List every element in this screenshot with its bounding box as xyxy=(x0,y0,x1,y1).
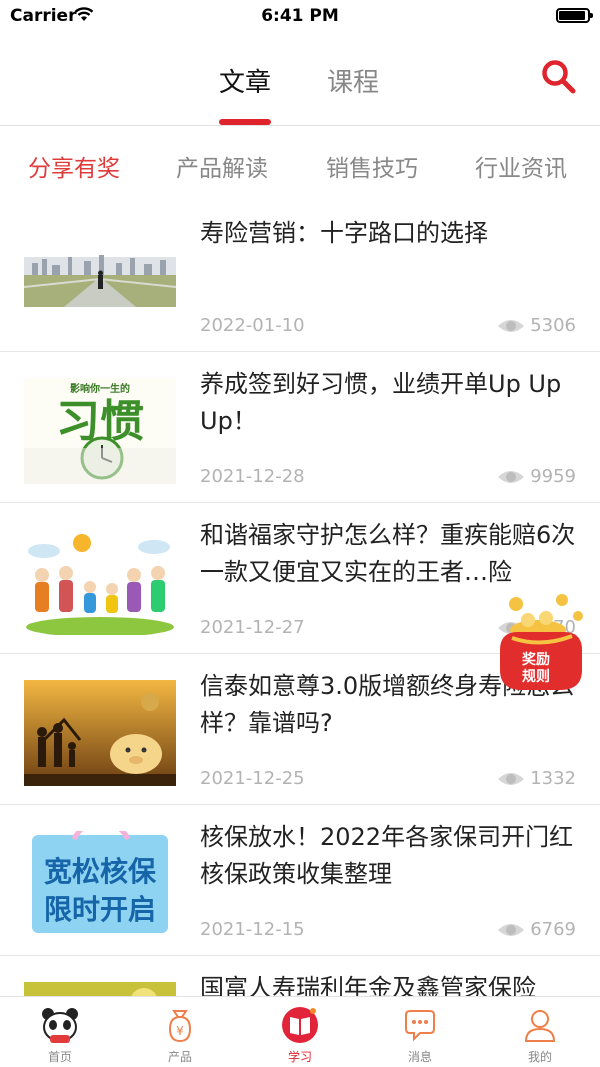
tab-messages[interactable]: 消息 xyxy=(360,997,480,1067)
view-count-text: 1332 xyxy=(530,768,576,789)
article-thumbnail: 宽松核保 限时开启 xyxy=(24,831,176,937)
category-tab-product[interactable]: 产品解读 xyxy=(176,149,268,183)
active-tab-indicator xyxy=(219,119,271,125)
tab-article[interactable]: 文章 xyxy=(219,62,271,99)
reward-label-line-1: 奖励 xyxy=(522,652,550,668)
tab-home[interactable]: 首页 xyxy=(0,997,120,1067)
view-count: 6769 xyxy=(496,919,576,940)
money-bag-icon: ¥ xyxy=(168,1010,192,1043)
tab-profile[interactable]: 我的 xyxy=(480,997,600,1067)
book-icon xyxy=(282,1007,318,1043)
reward-rules-button[interactable]: 奖励 规则 xyxy=(488,590,598,700)
article-title: 养成签到好习惯，业绩开单Up Up Up！ xyxy=(200,370,562,435)
view-count: 9959 xyxy=(496,466,576,487)
article-date: 2022-01-10 xyxy=(200,315,305,336)
tab-label: 产品 xyxy=(167,1050,192,1064)
view-count: 1332 xyxy=(496,768,576,789)
tab-label: 首页 xyxy=(47,1050,72,1064)
article-thumbnail xyxy=(24,680,176,786)
article-item[interactable]: 寿险营销：十字路口的选择 2022-01-10 5306 xyxy=(0,201,600,352)
category-tab-sales[interactable]: 销售技巧 xyxy=(326,149,418,183)
thumb-line-1: 宽松核保 xyxy=(44,855,157,888)
view-count: 5306 xyxy=(496,315,576,336)
thumb-line-2: 限时开启 xyxy=(44,893,156,926)
thumb-caption: 影响你一生的 xyxy=(70,382,130,395)
reward-label: 奖励 规则 xyxy=(510,652,562,686)
status-bar: Carrier 6:41 PM xyxy=(0,0,600,34)
category-tabs: 分享有奖 产品解读 销售技巧 行业资讯 xyxy=(0,127,600,201)
tab-label: 消息 xyxy=(407,1050,432,1064)
article-item[interactable]: 影响你一生的 习惯 养成签到好习惯，业绩开单Up Up Up！ 2021-12-… xyxy=(0,352,600,503)
eye-icon xyxy=(498,772,525,785)
category-tab-share[interactable]: 分享有奖 xyxy=(28,149,120,183)
view-count-text: 5306 xyxy=(530,315,576,336)
eye-icon xyxy=(498,470,525,483)
svg-text:¥: ¥ xyxy=(176,1024,184,1038)
article-thumbnail: 影响你一生的 习惯 xyxy=(24,378,176,484)
search-icon[interactable] xyxy=(540,58,578,96)
tab-label: 我的 xyxy=(527,1050,552,1064)
view-count-text: 9959 xyxy=(530,466,576,487)
tab-course[interactable]: 课程 xyxy=(327,62,379,99)
reward-label-line-2: 规则 xyxy=(522,669,550,685)
tab-product[interactable]: ¥ 产品 xyxy=(120,997,240,1067)
person-icon xyxy=(524,1010,556,1042)
article-thumbnail xyxy=(24,529,176,635)
tab-study[interactable]: 学习 xyxy=(240,997,360,1067)
article-date: 2021-12-27 xyxy=(200,617,305,638)
message-icon xyxy=(405,1010,435,1042)
article-title: 寿险营销：十字路口的选择 xyxy=(200,219,488,247)
article-date: 2021-12-15 xyxy=(200,919,305,940)
status-time: 6:41 PM xyxy=(261,6,339,26)
bottom-tab-bar: 首页 ¥ 产品 学习 消息 我的 xyxy=(0,996,600,1067)
article-thumbnail xyxy=(24,982,176,996)
category-tab-industry[interactable]: 行业资讯 xyxy=(475,149,567,183)
header: 文章 课程 xyxy=(0,34,600,126)
article-date: 2021-12-28 xyxy=(200,466,305,487)
view-count-text: 6769 xyxy=(530,919,576,940)
article-title: 和谐福家守护怎么样？重疾能赔6次 一款又便宜又实在的王者…险 xyxy=(200,521,576,586)
tab-label: 学习 xyxy=(287,1050,312,1064)
article-title: 核保放水！2022年各家保司开门红核保政策收集整理 xyxy=(200,823,574,888)
article-date: 2021-12-25 xyxy=(200,768,305,789)
article-thumbnail xyxy=(24,227,176,333)
panda-icon xyxy=(42,1008,78,1043)
eye-icon xyxy=(498,923,525,936)
article-title: 国富人寿瑞利年金及鑫管家保险 xyxy=(200,974,536,996)
battery-icon xyxy=(556,8,593,23)
eye-icon xyxy=(498,319,525,332)
article-item[interactable]: 国富人寿瑞利年金及鑫管家保险 xyxy=(0,956,600,996)
article-item[interactable]: 宽松核保 限时开启 核保放水！2022年各家保司开门红核保政策收集整理 2021… xyxy=(0,805,600,956)
